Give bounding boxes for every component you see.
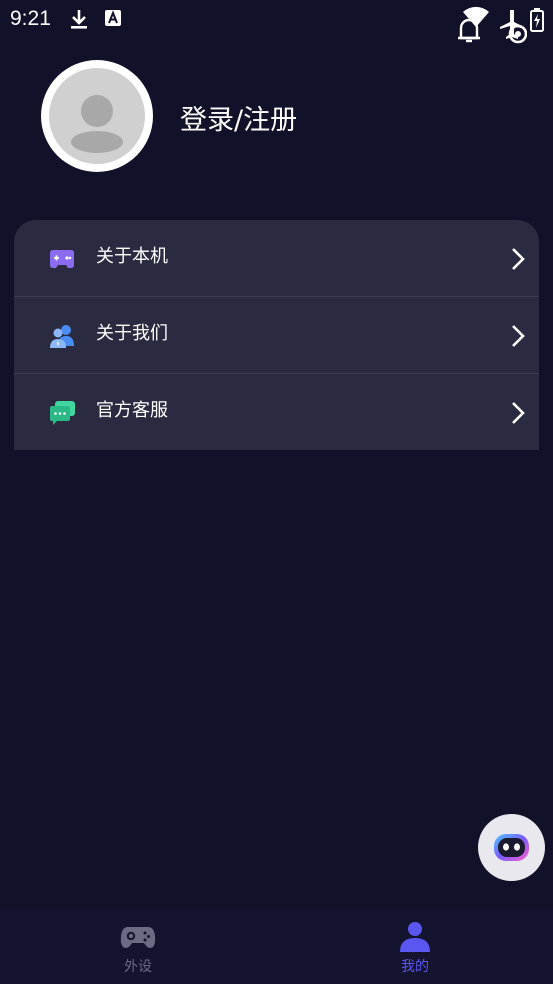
menu-item-customer-service[interactable]: 官方客服 bbox=[14, 373, 539, 450]
login-register-link[interactable]: 登录/注册 bbox=[180, 98, 297, 137]
menu-item-about-us[interactable]: 关于我们 bbox=[14, 296, 539, 373]
chevron-right-icon bbox=[512, 248, 525, 270]
settings-menu: 关于本机 关于我们 官方客服 bbox=[14, 220, 539, 450]
battery-icon bbox=[530, 8, 544, 32]
download-icon bbox=[71, 10, 87, 29]
bottom-nav: 外设 我的 bbox=[0, 910, 553, 984]
tab-label: 外设 bbox=[124, 959, 152, 975]
menu-item-about-device[interactable]: 关于本机 bbox=[14, 220, 539, 297]
status-time: 9:21 bbox=[10, 7, 51, 30]
person-icon bbox=[400, 922, 430, 952]
tab-peripherals[interactable]: 外设 bbox=[78, 910, 198, 984]
menu-item-label: 关于本机 bbox=[96, 246, 168, 267]
menu-item-label: 关于我们 bbox=[96, 323, 168, 344]
a-box-icon bbox=[105, 10, 121, 26]
tab-label: 我的 bbox=[401, 959, 429, 975]
chevron-right-icon bbox=[512, 325, 525, 347]
chevron-right-icon bbox=[512, 402, 525, 424]
chat-icon bbox=[50, 401, 75, 425]
robot-icon bbox=[494, 834, 529, 861]
tab-mine[interactable]: 我的 bbox=[355, 910, 475, 984]
airplane-icon bbox=[500, 10, 527, 44]
status-bar: 9:21 bbox=[0, 0, 553, 44]
device-icon bbox=[50, 250, 74, 268]
avatar[interactable] bbox=[41, 60, 153, 172]
gamepad-icon bbox=[120, 927, 156, 948]
users-icon bbox=[50, 325, 74, 348]
assistant-button[interactable] bbox=[478, 814, 545, 881]
default-avatar-icon bbox=[49, 68, 145, 164]
menu-item-label: 官方客服 bbox=[96, 400, 168, 421]
wifi-icon bbox=[463, 6, 489, 27]
